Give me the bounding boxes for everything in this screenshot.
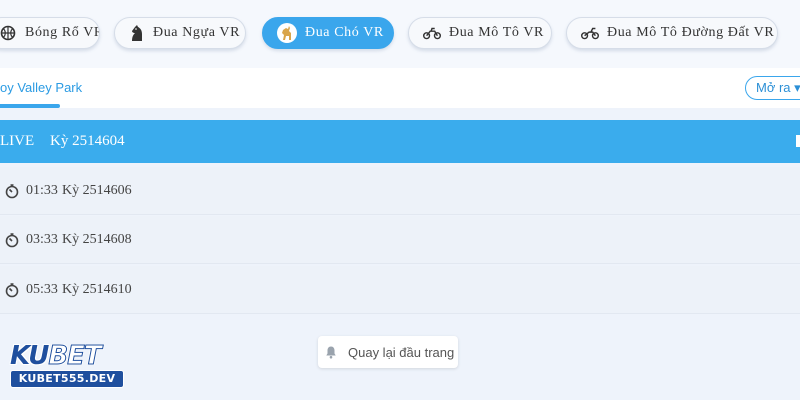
stopwatch-icon	[4, 183, 20, 199]
venue-bar: oy Valley Park	[0, 68, 800, 108]
tab-label: Đua Ngựa VR	[153, 25, 241, 40]
stopwatch-icon	[4, 282, 20, 298]
dog-icon	[277, 23, 297, 43]
tab-horse-racing-vr[interactable]: Đua Ngựa VR	[114, 17, 246, 49]
horse-icon	[127, 24, 145, 42]
tab-basketball-vr[interactable]: Bóng Rổ VR	[0, 17, 100, 49]
race-row[interactable]: 01:33 Kỳ 2514606	[0, 167, 800, 215]
open-dropdown-button[interactable]: Mở ra ▾	[745, 76, 800, 100]
venue-name[interactable]: oy Valley Park	[0, 80, 82, 95]
logo-domain: KUBET555.DEV	[10, 370, 124, 388]
motorbike-icon	[423, 24, 441, 42]
tab-label: Đua Mô Tô Đường Đất VR	[607, 25, 775, 40]
logo-wordmark: KUBET	[10, 341, 102, 371]
stopwatch-icon	[4, 232, 20, 248]
live-status-badge: LIVE	[0, 133, 35, 149]
race-row[interactable]: 05:33 Kỳ 2514610	[0, 266, 800, 314]
back-to-top-button[interactable]: Quay lại đầu trang	[318, 336, 458, 368]
tab-label: Đua Mô Tô VR	[449, 25, 544, 40]
tab-motorbike-racing-vr[interactable]: Đua Mô Tô VR	[408, 17, 552, 49]
back-to-top-label: Quay lại đầu trang	[348, 344, 455, 360]
race-time: 05:33	[26, 281, 58, 297]
race-row[interactable]: 03:33 Kỳ 2514608	[0, 216, 800, 264]
tab-label: Đua Chó VR	[305, 25, 384, 40]
race-time: 01:33	[26, 182, 58, 198]
dirt-bike-icon	[581, 24, 599, 42]
category-tab-bar: Bóng Rổ VR Đua Ngựa VR Đua Chó VR Đua Mô…	[0, 0, 800, 68]
race-time: 03:33	[26, 231, 58, 247]
venue-active-underline	[0, 104, 60, 108]
kubet-logo: KUBET KUBET555.DEV	[10, 343, 126, 393]
tab-label: Bóng Rổ VR	[25, 25, 100, 40]
race-code: Kỳ 2514608	[62, 231, 132, 247]
basketball-icon	[0, 24, 17, 42]
row-edge-marker	[796, 135, 800, 147]
race-code: Kỳ 2514604	[50, 133, 125, 149]
race-code: Kỳ 2514610	[62, 281, 132, 297]
race-code: Kỳ 2514606	[62, 182, 132, 198]
live-race-row[interactable]: LIVE Kỳ 2514604	[0, 120, 800, 163]
bell-icon	[324, 345, 338, 359]
tab-dog-racing-vr[interactable]: Đua Chó VR	[262, 17, 394, 49]
tab-dirt-bike-racing-vr[interactable]: Đua Mô Tô Đường Đất VR	[566, 17, 778, 49]
